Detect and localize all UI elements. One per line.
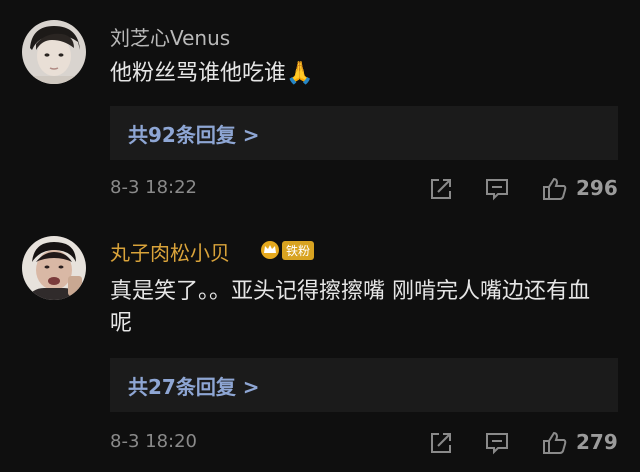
- fan-badge: 铁粉: [258, 239, 315, 261]
- view-replies-link[interactable]: 共27条回复 >: [128, 371, 260, 400]
- like-icon[interactable]: [540, 174, 570, 204]
- comment-text: 他粉丝骂谁他吃谁🙏: [110, 58, 620, 90]
- crown-icon: [261, 241, 279, 259]
- username[interactable]: 刘芝心Venus: [110, 22, 230, 51]
- username[interactable]: 丸子肉松小贝: [110, 237, 230, 266]
- replies-box[interactable]: 共92条回复 >: [110, 106, 618, 160]
- share-icon[interactable]: [426, 174, 456, 204]
- like-count: 279: [576, 430, 618, 454]
- comment-text: 真是笑了。。亚头记得擦擦嘴 刚啃完人嘴边还有血呢: [110, 279, 590, 336]
- timestamp: 8-3 18:20: [110, 431, 197, 452]
- timestamp: 8-3 18:22: [110, 177, 197, 198]
- praying-hands-emoji: 🙏: [286, 61, 314, 86]
- comment-icon[interactable]: [482, 174, 512, 204]
- like-icon[interactable]: [540, 428, 570, 458]
- comment-meta: 8-3 18:22 296: [110, 174, 622, 204]
- fan-badge-label: 铁粉: [282, 240, 315, 260]
- share-icon[interactable]: [426, 428, 456, 458]
- comment-list: 刘芝心Venus 他粉丝骂谁他吃谁🙏 共92条回复 > 8-3 18:22 29…: [0, 0, 640, 472]
- like-count: 296: [576, 176, 618, 200]
- view-replies-link[interactable]: 共92条回复 >: [128, 119, 260, 148]
- replies-box[interactable]: 共27条回复 >: [110, 358, 618, 412]
- avatar[interactable]: [22, 236, 86, 300]
- comment-body: 他粉丝骂谁他吃谁: [110, 61, 287, 86]
- comment-icon[interactable]: [482, 428, 512, 458]
- comment-meta: 8-3 18:20 279: [110, 428, 622, 458]
- avatar[interactable]: [22, 20, 86, 84]
